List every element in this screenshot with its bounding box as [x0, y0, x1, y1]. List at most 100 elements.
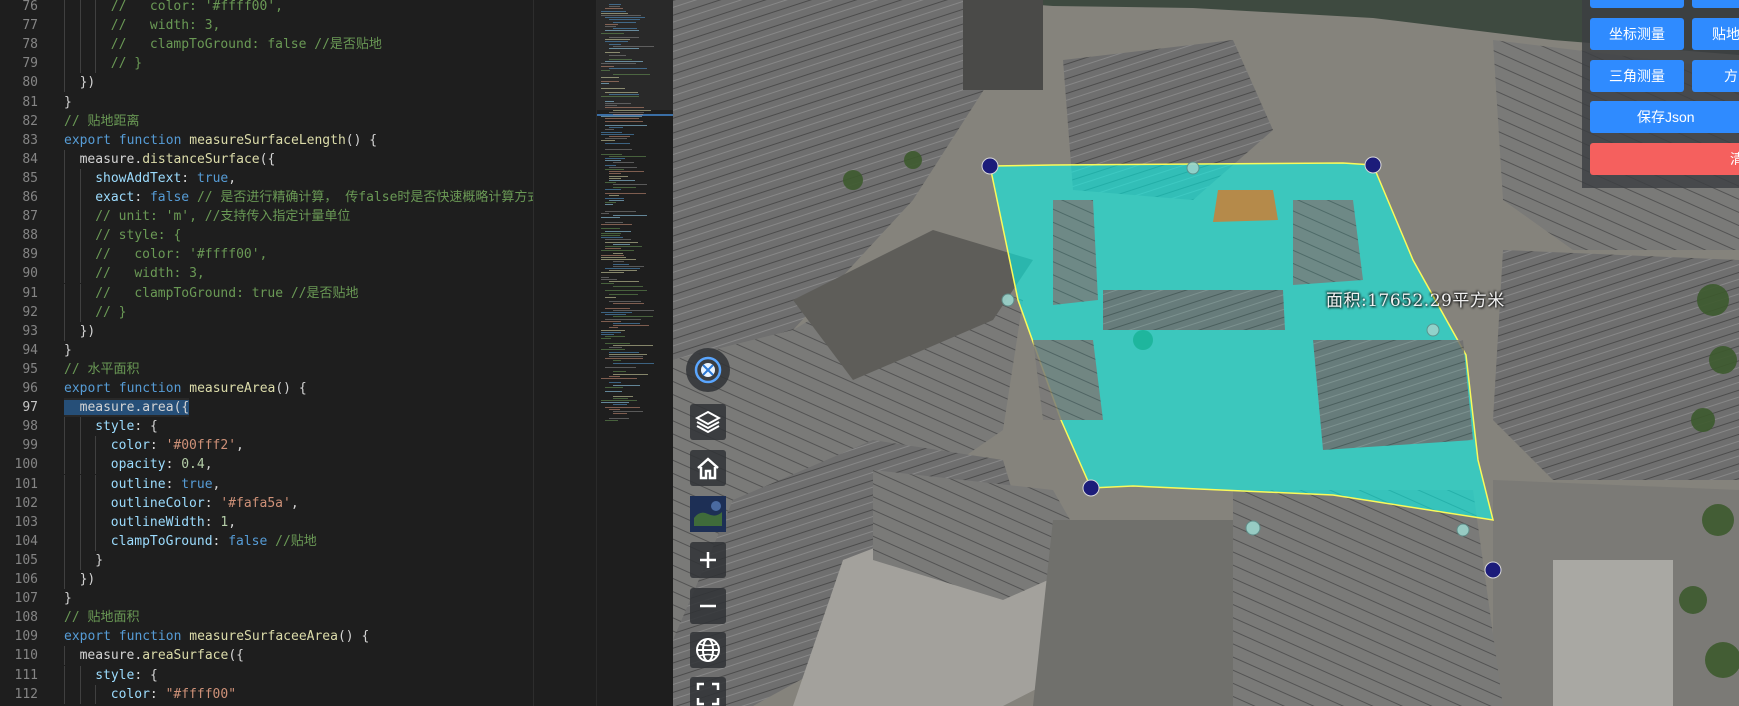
code-line[interactable]: // clampToGround: true //是否贴地 [64, 283, 359, 303]
indent-guide [64, 436, 80, 456]
minimap-line [605, 129, 614, 131]
indent-guide [79, 16, 96, 36]
fullscreen-button[interactable] [690, 677, 726, 706]
indent-guide [79, 226, 96, 246]
editor-minimap[interactable] [596, 0, 673, 706]
triangle-measure-button[interactable]: 三角测量 [1590, 60, 1684, 92]
code-line[interactable]: } [64, 589, 72, 608]
line-number: 90 [22, 266, 38, 282]
minimap-line [605, 248, 621, 250]
minimap-line [601, 250, 634, 252]
code-token: //贴地 [275, 533, 317, 549]
code-line[interactable]: outline: true, [64, 474, 220, 494]
code-line[interactable]: // 贴地距离 [64, 112, 139, 131]
code-line[interactable]: // clampToGround: false //是否贴地 [64, 35, 382, 55]
code-line[interactable]: export function measureSurfaceeArea() { [64, 627, 369, 646]
code-token: , [290, 495, 299, 511]
tool-button-hidden-top-right[interactable] [1692, 0, 1739, 8]
minimap-line [609, 6, 620, 8]
code-line[interactable]: outlineColor: '#fafa5a', [64, 493, 299, 513]
compass-button[interactable] [686, 348, 730, 392]
code-line[interactable]: } [64, 550, 103, 570]
code-line[interactable]: exact: false // 是否进行精确计算， 传false时是否快速概略计… [64, 188, 533, 207]
minimap-line [601, 10, 626, 12]
code-line[interactable]: outlineWidth: 1, [64, 512, 236, 532]
minimap-line [601, 70, 611, 71]
tool-button-hidden-top-left[interactable] [1590, 0, 1684, 8]
minimap-line [609, 347, 622, 349]
code-line[interactable]: style: { [64, 665, 158, 685]
minimap-line [605, 342, 631, 344]
code-line[interactable]: // color: '#ffff00', [64, 0, 283, 16]
code-token: '#fafa5a' [220, 495, 291, 511]
minimap-line [613, 162, 634, 164]
code-line[interactable]: // width: 3, [64, 16, 220, 36]
indent-guide [95, 54, 111, 74]
code-line[interactable]: }) [64, 321, 95, 341]
code-line[interactable]: } [64, 93, 72, 112]
code-token: : [212, 533, 229, 549]
minimap-line [613, 397, 629, 399]
code-line[interactable]: measure.distanceSurface({ [64, 149, 275, 169]
globe-view-button[interactable] [690, 632, 726, 668]
code-token: true [181, 476, 213, 492]
zoom-out-button[interactable] [690, 588, 726, 624]
minimap-line [601, 400, 638, 401]
minimap-line [609, 67, 647, 69]
code-line[interactable]: opacity: 0.4, [64, 455, 213, 475]
code-line[interactable]: } [64, 341, 72, 360]
code-line[interactable]: // } [64, 302, 127, 322]
code-line[interactable]: // color: '#ffff00', [64, 245, 267, 265]
minimap-line [601, 63, 636, 65]
zoom-in-button[interactable] [690, 542, 726, 578]
home-view-button[interactable] [690, 450, 726, 486]
code-editor[interactable]: 76 77 78 79 80 81 82 83 84 85 86 87 88 89 90 91 92 93 94 95… [0, 0, 533, 706]
code-line[interactable]: measure.areaSurface({ [64, 646, 244, 666]
code-text-area[interactable]: // color: '#ffff00', // width: 3, // clamp… [64, 0, 533, 706]
code-line[interactable]: // 水平面积 [64, 360, 139, 379]
minimap-line [601, 12, 629, 14]
indent-guide [64, 684, 80, 704]
save-json-button[interactable]: 保存Json [1590, 101, 1739, 133]
minimap-line [605, 314, 627, 316]
basemap-picker-button[interactable] [690, 496, 726, 532]
minimap-line [613, 109, 652, 111]
code-line[interactable]: }) [64, 73, 95, 93]
code-line[interactable]: style: { [64, 417, 158, 437]
3d-map-viewer[interactable]: 面积:17652.29平方米 坐标测量 贴地 三角测量 方 保存Json 清 [673, 0, 1739, 706]
minimap-line [605, 160, 621, 162]
indent-guide [79, 455, 96, 475]
code-line[interactable]: }) [64, 570, 95, 589]
minimap-line [605, 164, 616, 166]
code-token: 1 [220, 514, 229, 530]
code-line[interactable]: // 贴地面积 [64, 608, 139, 627]
layers-button[interactable] [690, 404, 726, 440]
code-line[interactable]: measure.area({ [64, 398, 190, 418]
coordinate-measure-button[interactable]: 坐标测量 [1590, 18, 1684, 50]
code-token: clampToGround [110, 533, 213, 549]
code-line[interactable]: // } [64, 54, 142, 74]
code-line[interactable]: export function measureSurfaceLength() { [64, 131, 377, 150]
code-token: true [196, 170, 229, 186]
indent-guide [64, 455, 80, 475]
indent-guide [64, 226, 80, 246]
minimap-line [609, 4, 621, 5]
code-line[interactable]: // style: { [64, 226, 181, 246]
minimap-line [609, 173, 622, 175]
code-line[interactable]: color: "#ffff00" [64, 684, 236, 704]
code-line[interactable]: clampToGround: false //贴地 [64, 531, 317, 551]
clear-measure-button[interactable]: 清 [1590, 143, 1739, 175]
line-number: 112 [14, 686, 38, 702]
azimuth-measure-button[interactable]: 方 [1692, 60, 1739, 92]
minimap-line [601, 116, 643, 118]
indent-guide [79, 436, 96, 456]
code-line[interactable]: export function measureArea() { [64, 379, 307, 398]
minimap-line [601, 338, 612, 340]
code-line[interactable]: showAddText: true, [64, 168, 236, 188]
code-line[interactable]: // width: 3, [64, 264, 205, 284]
code-line[interactable]: color: '#00fff2', [64, 436, 244, 456]
code-token: style [95, 419, 135, 435]
code-line[interactable]: // unit: 'm', //支持传入指定计量单位 [64, 207, 350, 227]
surface-measure-button[interactable]: 贴地 [1692, 18, 1739, 50]
